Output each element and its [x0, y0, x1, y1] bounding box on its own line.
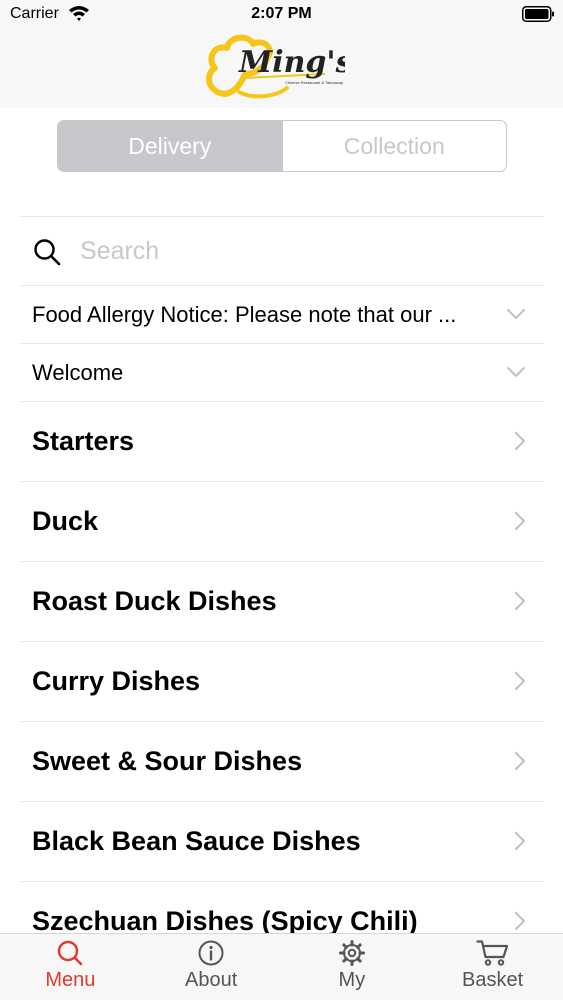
- category-label: Starters: [32, 426, 135, 456]
- info-icon: [198, 940, 224, 966]
- delivery-segment[interactable]: Delivery: [58, 121, 282, 171]
- category-label: Roast Duck Dishes: [32, 586, 277, 616]
- collection-segment[interactable]: Collection: [281, 121, 507, 171]
- notice-label: Welcome: [32, 359, 124, 385]
- tab-menu[interactable]: Menu: [0, 934, 141, 1000]
- svg-text:Chinese Restaurant & Takeaway: Chinese Restaurant & Takeaway: [285, 80, 343, 85]
- search-row[interactable]: [20, 216, 544, 285]
- tab-bar: Menu About My Basket: [0, 933, 563, 1000]
- tab-about[interactable]: About: [141, 934, 282, 1000]
- category-row-black-bean[interactable]: Black Bean Sauce Dishes: [20, 801, 544, 881]
- tab-label: Menu: [45, 969, 96, 991]
- welcome-row[interactable]: Welcome: [20, 343, 544, 401]
- category-row-curry[interactable]: Curry Dishes: [20, 641, 544, 721]
- tab-label: Basket: [462, 969, 524, 991]
- cart-icon: [476, 940, 508, 966]
- menu-list: Food Allergy Notice: Please note that ou…: [20, 216, 544, 961]
- chevron-right-icon: [514, 911, 526, 931]
- chevron-right-icon: [514, 511, 526, 531]
- chevron-right-icon: [514, 671, 526, 691]
- tab-label: My: [338, 969, 366, 991]
- category-label: Curry Dishes: [32, 666, 201, 696]
- mings-logo: Ming's Chinese Restaurant & Takeaway: [206, 34, 345, 99]
- notice-label: Food Allergy Notice: Please note that ou…: [32, 301, 457, 327]
- category-row-starters[interactable]: Starters: [20, 401, 544, 481]
- search-icon: [58, 940, 83, 966]
- order-mode-segmented-control[interactable]: Delivery Collection: [57, 120, 507, 172]
- chevron-right-icon: [514, 591, 526, 611]
- svg-text:Ming's: Ming's: [238, 45, 345, 80]
- allergy-notice-row[interactable]: Food Allergy Notice: Please note that ou…: [20, 285, 544, 343]
- chevron-down-icon: [506, 366, 526, 378]
- category-row-duck[interactable]: Duck: [20, 481, 544, 561]
- chevron-right-icon: [514, 751, 526, 771]
- search-icon: [34, 239, 61, 266]
- battery-icon: [522, 6, 554, 22]
- category-label: Duck: [32, 506, 99, 536]
- tab-basket[interactable]: Basket: [422, 934, 563, 1000]
- category-row-sweet-sour[interactable]: Sweet & Sour Dishes: [20, 721, 544, 801]
- clock: 2:07 PM: [251, 5, 312, 22]
- status-bar: Carrier 2:07 PM: [0, 0, 563, 30]
- search-input[interactable]: [80, 235, 500, 267]
- gear-icon: [338, 940, 365, 966]
- category-label: Sweet & Sour Dishes: [32, 746, 303, 776]
- chevron-right-icon: [514, 431, 526, 451]
- tab-my[interactable]: My: [282, 934, 423, 1000]
- category-label: Black Bean Sauce Dishes: [32, 826, 361, 856]
- tab-label: About: [184, 969, 238, 991]
- app-header: Ming's Chinese Restaurant & Takeaway: [0, 30, 563, 108]
- chevron-right-icon: [514, 831, 526, 851]
- category-row-roast-duck[interactable]: Roast Duck Dishes: [20, 561, 544, 641]
- chevron-down-icon: [506, 308, 526, 320]
